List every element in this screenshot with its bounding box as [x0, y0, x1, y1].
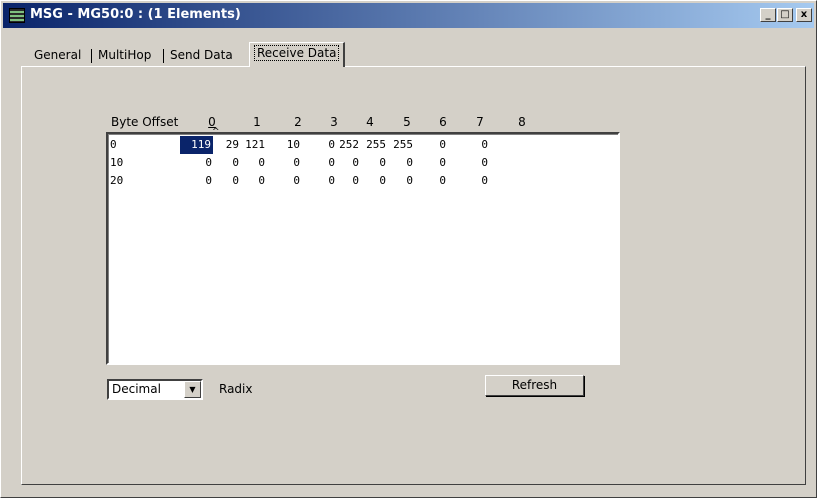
data-cell[interactable]: 0: [186, 154, 212, 172]
minimize-button[interactable]: _: [760, 8, 776, 22]
receive-data-grid[interactable]: 0 119 29 121 10 0 252 255 255 0 0 10 0 0…: [106, 132, 620, 365]
data-cell[interactable]: 0: [213, 172, 239, 190]
column-header: 1: [253, 115, 261, 129]
data-cell[interactable]: 0: [420, 154, 446, 172]
tab-separator: [91, 49, 92, 63]
msg-window: MSG - MG50:0 : (1 Elements) _ □ x Genera…: [0, 0, 817, 498]
data-cell[interactable]: 0: [213, 154, 239, 172]
table-row[interactable]: 0 119 29 121 10 0 252 255 255 0 0: [108, 136, 618, 154]
row-offset: 0: [110, 138, 117, 151]
row-offset: 10: [110, 156, 124, 169]
radix-label: Radix: [219, 382, 253, 396]
data-cell[interactable]: 0: [387, 172, 413, 190]
column-header: 3: [330, 115, 338, 129]
data-cell[interactable]: 0: [186, 172, 212, 190]
data-cell[interactable]: 29: [213, 136, 239, 154]
window-title: MSG - MG50:0 : (1 Elements): [30, 7, 241, 22]
data-cell[interactable]: 0: [360, 154, 386, 172]
column-header: 8: [518, 115, 526, 129]
data-cell[interactable]: 121: [239, 136, 265, 154]
table-row[interactable]: 10 0 0 0 0 0 0 0 0 0 0: [108, 154, 618, 172]
data-cell[interactable]: 0: [387, 154, 413, 172]
row-offset: 20: [110, 174, 124, 187]
data-cell[interactable]: 0: [274, 154, 300, 172]
data-cell[interactable]: 0: [420, 136, 446, 154]
data-cell[interactable]: 0: [274, 172, 300, 190]
data-cell[interactable]: 0: [462, 172, 488, 190]
data-cell[interactable]: 255: [387, 136, 413, 154]
column-header: 6: [439, 115, 447, 129]
data-cell[interactable]: 0: [309, 154, 335, 172]
data-cell[interactable]: 0: [309, 136, 335, 154]
data-cell[interactable]: 0: [239, 154, 265, 172]
column-header: 5: [403, 115, 411, 129]
data-cell[interactable]: 0: [462, 154, 488, 172]
data-cell[interactable]: 0: [360, 172, 386, 190]
tab-general[interactable]: General: [29, 46, 86, 66]
tab-separator: [163, 49, 164, 63]
tab-receive-data[interactable]: Receive Data: [249, 42, 346, 67]
data-cell[interactable]: 0: [333, 154, 359, 172]
tab-multihop[interactable]: MultiHop: [93, 46, 156, 66]
byte-offset-label: Byte Offset: [111, 115, 179, 129]
data-cell[interactable]: 0: [333, 172, 359, 190]
tab-send-data[interactable]: Send Data: [165, 46, 238, 66]
title-bar[interactable]: MSG - MG50:0 : (1 Elements) _ □ x: [3, 3, 814, 28]
data-cell[interactable]: 10: [274, 136, 300, 154]
data-cell[interactable]: 252: [333, 136, 359, 154]
app-icon: [9, 8, 25, 23]
refresh-button[interactable]: Refresh: [485, 375, 584, 396]
column-header: 4: [366, 115, 374, 129]
table-row[interactable]: 20 0 0 0 0 0 0 0 0 0 0: [108, 172, 618, 190]
data-cell[interactable]: 0: [309, 172, 335, 190]
column-header: 2: [294, 115, 302, 129]
maximize-button[interactable]: □: [777, 8, 793, 22]
column-header: 7: [476, 115, 484, 129]
tab-receive-data-label: Receive Data: [253, 45, 340, 61]
data-cell[interactable]: 0: [420, 172, 446, 190]
data-cell[interactable]: 0: [462, 136, 488, 154]
data-cell[interactable]: 0: [239, 172, 265, 190]
data-cell-selected[interactable]: 119: [180, 136, 213, 154]
data-cell[interactable]: 255: [360, 136, 386, 154]
close-button[interactable]: x: [796, 8, 812, 22]
radix-select-value: Decimal: [112, 382, 161, 396]
radix-select[interactable]: Decimal ▼: [107, 379, 203, 400]
chevron-down-icon[interactable]: ▼: [184, 381, 201, 398]
